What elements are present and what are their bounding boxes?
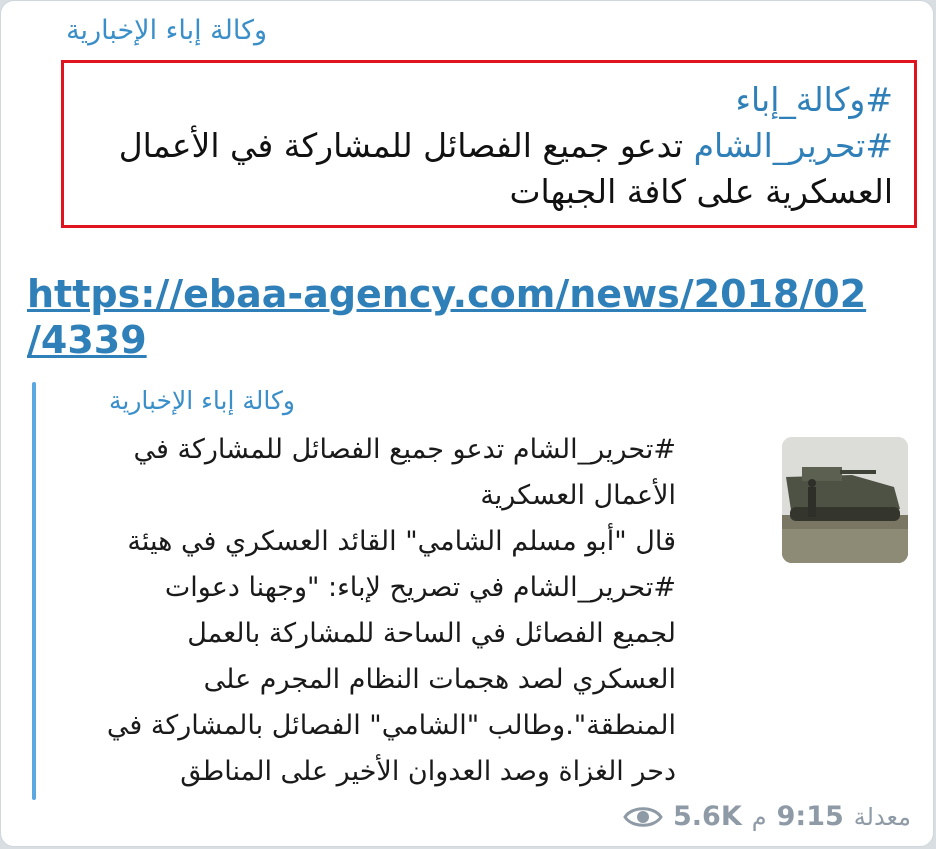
preview-line-2: الأعمال العسكرية bbox=[480, 480, 676, 511]
hashtag-hts[interactable]: #تحرير_الشام bbox=[694, 126, 893, 165]
preview-line-5: لجميع الفصائل في الساحة للمشاركة بالعمل bbox=[187, 618, 676, 649]
message-text: #وكالة_إباء #تحرير_الشام تدعو جميع الفصا… bbox=[73, 77, 893, 215]
preview-line-1: #تحرير_الشام تدعو جميع الفصائل للمشاركة … bbox=[133, 434, 676, 465]
preview-line-4: #تحرير_الشام في تصريح لإباء: "وجهنا دعوا… bbox=[164, 572, 676, 603]
view-count: 5.6K bbox=[672, 801, 742, 832]
channel-name[interactable]: وكالة إباء الإخبارية bbox=[66, 15, 267, 46]
military-vehicle-photo-icon bbox=[782, 437, 908, 563]
preview-line-6: العسكري لصد هجمات النظام المجرم على bbox=[203, 664, 676, 695]
preview-line-8: دحر الغزاة وصد العدوان الأخير على المناط… bbox=[180, 756, 676, 787]
meridiem-label: م bbox=[751, 802, 767, 831]
message-line-3: العسكرية على كافة الجبهات bbox=[509, 172, 893, 211]
edited-label: معدلة bbox=[853, 802, 911, 831]
article-link-line-2[interactable]: /4339 bbox=[27, 317, 827, 363]
preview-line-3: قال "أبو مسلم الشامي" القائد العسكري في … bbox=[127, 526, 676, 557]
message-text-rest: تدعو جميع الفصائل للمشاركة في الأعمال bbox=[118, 126, 694, 165]
preview-line-7: المنطقة".وطالب "الشامي" الفصائل بالمشارك… bbox=[106, 710, 676, 741]
hashtag-agency[interactable]: #وكالة_إباء bbox=[735, 80, 893, 119]
message-line-2: #تحرير_الشام تدعو جميع الفصائل للمشاركة … bbox=[73, 123, 893, 169]
article-link[interactable]: https://ebaa-agency.com/news/2018/02 /43… bbox=[27, 271, 866, 363]
preview-thumbnail[interactable] bbox=[782, 437, 908, 563]
preview-site-name[interactable]: وكالة إباء الإخبارية bbox=[109, 386, 295, 415]
article-link-line-1[interactable]: https://ebaa-agency.com/news/2018/02 bbox=[27, 271, 866, 317]
eye-icon bbox=[623, 803, 663, 831]
message-bubble: وكالة إباء الإخبارية #وكالة_إباء #تحرير_… bbox=[0, 0, 934, 847]
message-meta: معدلة 9:15 م 5.6K bbox=[623, 801, 911, 832]
preview-description: #تحرير_الشام تدعو جميع الفصائل للمشاركة … bbox=[16, 427, 676, 795]
message-line-1: #وكالة_إباء bbox=[73, 77, 893, 123]
message-time: 9:15 bbox=[776, 801, 844, 832]
